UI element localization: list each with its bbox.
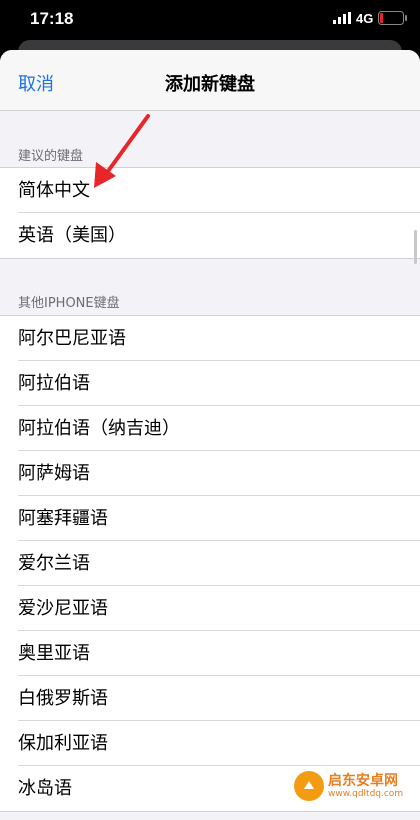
page-title: 添加新键盘 <box>165 74 255 95</box>
status-time: 17:18 <box>30 9 74 28</box>
watermark-url: www.qdltdq.com <box>328 789 404 799</box>
list-item[interactable]: 保加利亚语 <box>0 721 420 766</box>
list-item[interactable]: 阿拉伯语（纳吉迪） <box>0 406 420 451</box>
suggested-keyboards-list: 简体中文 英语（美国） <box>0 167 420 259</box>
other-keyboards-list: 阿尔巴尼亚语 阿拉伯语 阿拉伯语（纳吉迪） 阿萨姆语 阿塞拜疆语 爱尔兰语 爱沙… <box>0 315 420 812</box>
keyboard-item-english-us[interactable]: 英语（美国） <box>0 213 420 258</box>
list-item[interactable]: 阿塞拜疆语 <box>0 496 420 541</box>
battery-icon <box>378 11 407 25</box>
keyboard-item-simplified-chinese[interactable]: 简体中文 <box>0 168 420 213</box>
list-item[interactable]: 奥里亚语 <box>0 631 420 676</box>
scrollbar[interactable] <box>414 230 417 264</box>
navigation-bar: 取消 添加新键盘 <box>0 50 420 111</box>
watermark-logo-icon <box>294 771 324 801</box>
status-bar: 17:18 4G <box>0 0 420 38</box>
suggested-keyboards-header: 建议的键盘 <box>18 149 84 164</box>
list-item[interactable]: 阿萨姆语 <box>0 451 420 496</box>
list-item[interactable]: 阿拉伯语 <box>0 361 420 406</box>
list-item[interactable]: 爱尔兰语 <box>0 541 420 586</box>
watermark: 启东安卓网 www.qdltdq.com <box>294 768 403 804</box>
list-item[interactable]: 阿尔巴尼亚语 <box>0 316 420 361</box>
watermark-title: 启东安卓网 <box>328 773 398 789</box>
list-item[interactable]: 爱沙尼亚语 <box>0 586 420 631</box>
signal-icon <box>333 12 351 24</box>
annotation-arrow-icon <box>94 114 150 188</box>
other-keyboards-header: 其他IPHONE键盘 <box>18 296 120 311</box>
network-label: 4G <box>356 11 374 26</box>
add-keyboard-sheet: 取消 添加新键盘 建议的键盘 简体中文 英语（美国） 其他IPHONE键盘 阿尔… <box>0 50 420 820</box>
list-item[interactable]: 白俄罗斯语 <box>0 676 420 721</box>
